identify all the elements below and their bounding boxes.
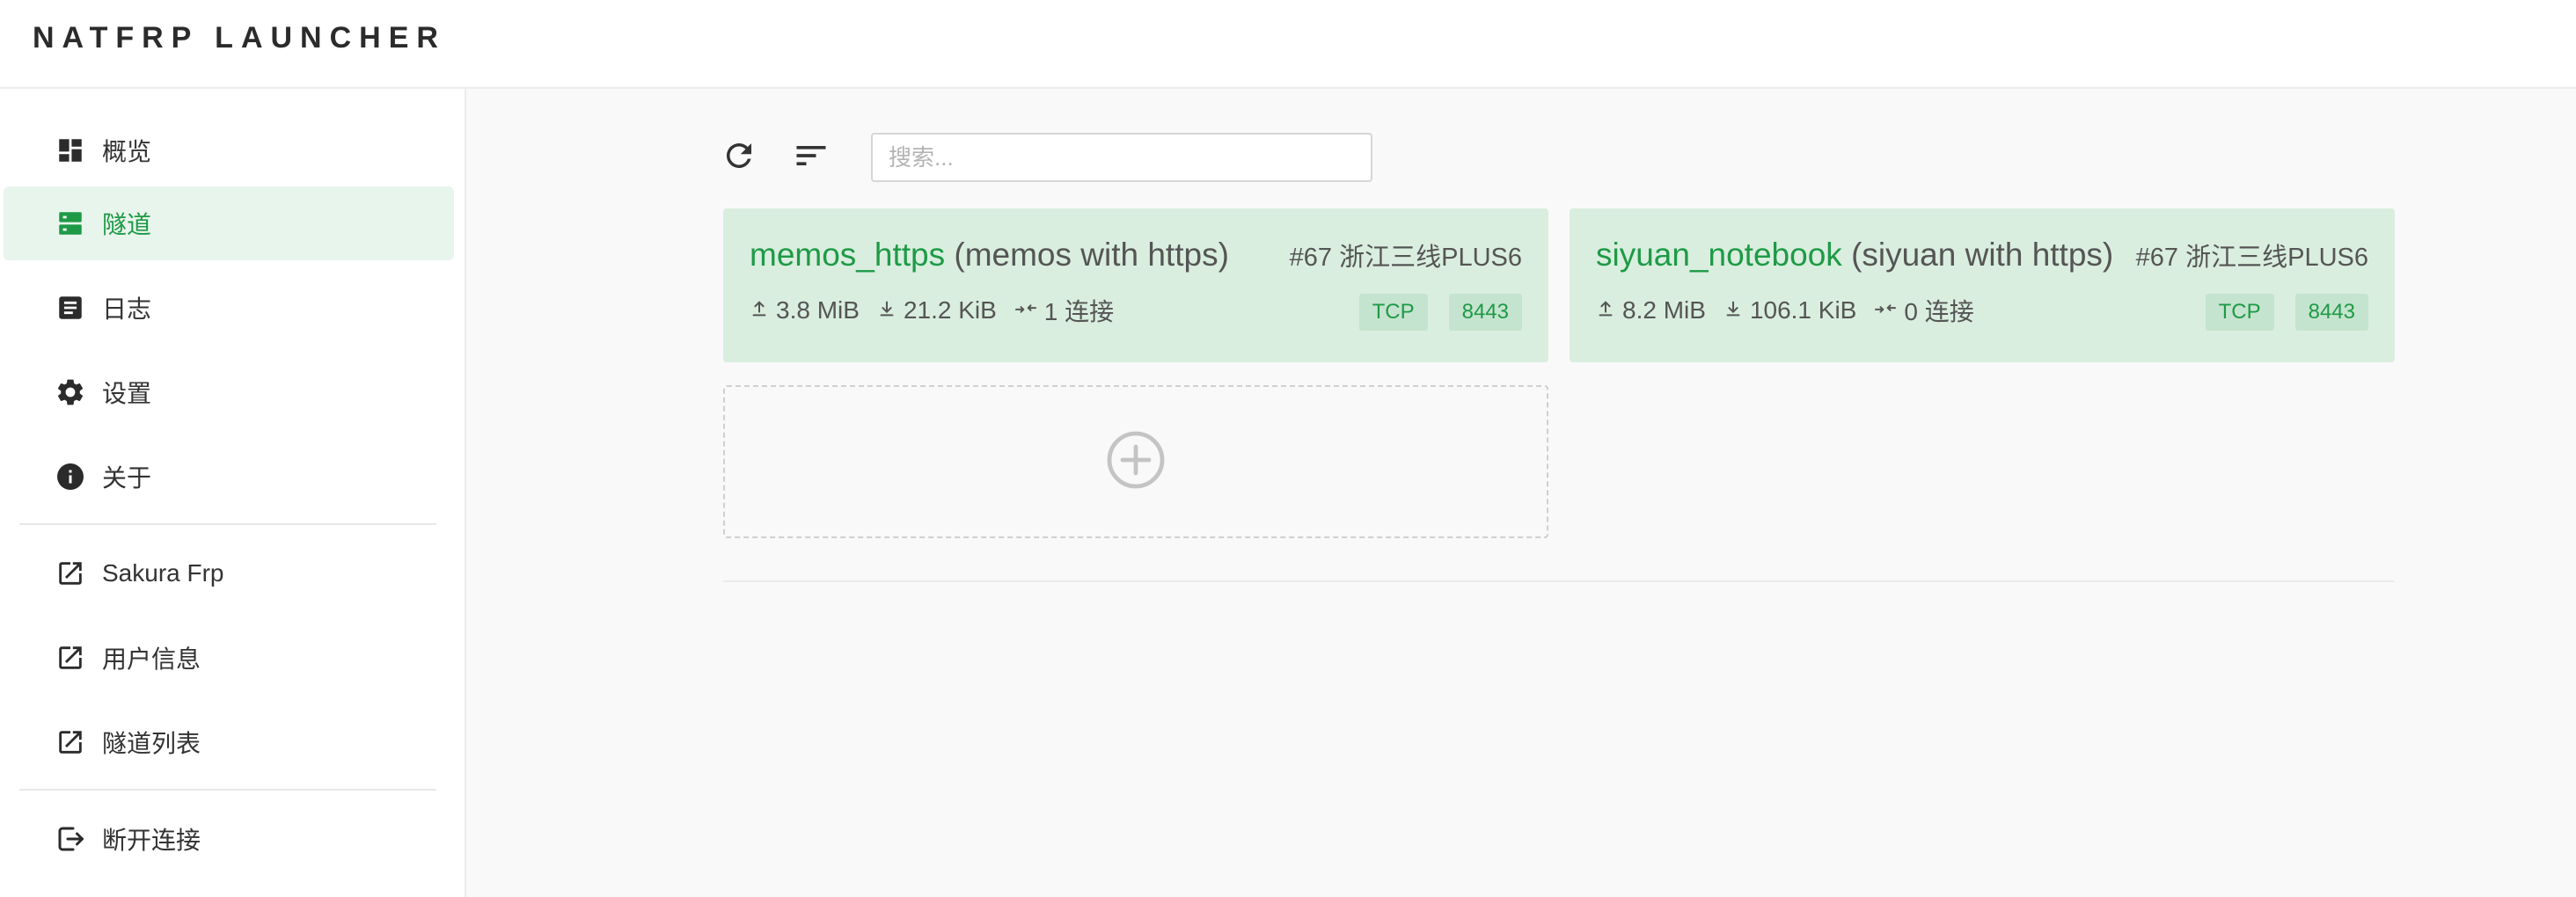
sidebar-item-about[interactable]: 关于	[4, 440, 454, 514]
sidebar-link-tunnel-list[interactable]: 隧道列表	[4, 705, 454, 779]
refresh-button[interactable]	[718, 136, 760, 179]
sidebar-item-label: 用户信息	[102, 645, 201, 673]
sidebar-item-label: 隧道列表	[102, 730, 201, 757]
info-icon	[51, 457, 90, 496]
add-tunnel-button[interactable]	[723, 385, 1548, 538]
sort-icon	[792, 136, 831, 179]
sidebar-item-label: 设置	[102, 380, 152, 407]
upload-stat: 3.8 MiB	[750, 296, 860, 325]
sidebar-item-tunnels[interactable]: 隧道	[4, 186, 454, 260]
sidebar-item-label: 断开连接	[102, 827, 201, 854]
sidebar-item-disconnect[interactable]: 断开连接	[4, 802, 454, 876]
port-badge: 8443	[1448, 294, 1522, 331]
sidebar-item-label: Sakura Frp	[102, 559, 224, 587]
sidebar-item-label: 日志	[102, 295, 152, 323]
download-icon	[877, 296, 904, 325]
tunnel-node: #67 浙江三线PLUS6	[1289, 244, 1522, 272]
connection-icon	[1874, 296, 1904, 325]
protocol-badge: TCP	[2205, 294, 2274, 331]
add-circle-icon	[1104, 428, 1167, 496]
log-icon	[51, 288, 90, 327]
sidebar: 概览 隧道 日志 设置 关于 Sakura Frp 用户信息 隧道列表 断开连接	[0, 89, 466, 897]
tunnel-badges: TCP 8443	[1338, 294, 1522, 331]
tunnel-stats: 8.2 MiB 106.1 KiB 0 连接	[1596, 293, 1992, 328]
tunnel-icon	[51, 204, 90, 243]
tunnel-description: (memos with https)	[954, 237, 1229, 273]
tunnel-name: memos_https	[750, 237, 946, 273]
dashboard-icon	[51, 131, 90, 170]
gear-icon	[51, 373, 90, 412]
tunnel-node: #67 浙江三线PLUS6	[2135, 244, 2368, 272]
sidebar-item-label: 概览	[102, 138, 152, 165]
tunnel-stats: 3.8 MiB 21.2 KiB 1 连接	[750, 293, 1131, 328]
sort-button[interactable]	[790, 136, 832, 179]
upload-icon	[1596, 296, 1622, 325]
tunnel-badges: TCP 8443	[2184, 294, 2368, 331]
connections-stat: 1 连接	[1014, 293, 1114, 328]
download-stat: 21.2 KiB	[877, 296, 997, 325]
tunnel-name: siyuan_notebook	[1596, 237, 1842, 273]
sidebar-divider	[19, 789, 436, 791]
connection-icon	[1014, 296, 1044, 325]
top-bar: NATFRP LAUNCHER	[0, 0, 2576, 89]
refresh-icon	[721, 137, 757, 179]
sidebar-item-settings[interactable]: 设置	[4, 355, 454, 429]
sidebar-item-overview[interactable]: 概览	[4, 113, 454, 187]
tunnel-title: memos_https (memos with https)	[750, 237, 1229, 273]
content-divider	[723, 580, 2395, 582]
external-link-icon	[51, 723, 90, 762]
app-title: NATFRP LAUNCHER	[33, 21, 446, 55]
external-link-icon	[51, 638, 90, 677]
sidebar-divider	[19, 523, 436, 525]
upload-stat: 8.2 MiB	[1596, 296, 1706, 325]
upload-icon	[750, 296, 776, 325]
connections-stat: 0 连接	[1874, 293, 1974, 328]
sidebar-item-label: 隧道	[102, 211, 152, 238]
external-link-icon	[51, 554, 90, 593]
tunnel-title: siyuan_notebook (siyuan with https)	[1596, 237, 2113, 273]
sidebar-item-label: 关于	[102, 464, 152, 492]
search-input[interactable]	[871, 133, 1372, 182]
sidebar-link-user-info[interactable]: 用户信息	[4, 621, 454, 695]
sidebar-link-sakura-frp[interactable]: Sakura Frp	[4, 536, 454, 610]
download-stat: 106.1 KiB	[1723, 296, 1856, 325]
tunnel-description: (siyuan with https)	[1851, 237, 2114, 273]
tunnel-card[interactable]: siyuan_notebook (siyuan with https) #67 …	[1570, 208, 2395, 362]
tunnel-card[interactable]: memos_https (memos with https) #67 浙江三线P…	[723, 208, 1548, 362]
protocol-badge: TCP	[1358, 294, 1428, 331]
download-icon	[1723, 296, 1750, 325]
sidebar-item-logs[interactable]: 日志	[4, 271, 454, 345]
port-badge: 8443	[2294, 294, 2368, 331]
logout-icon	[51, 820, 90, 858]
